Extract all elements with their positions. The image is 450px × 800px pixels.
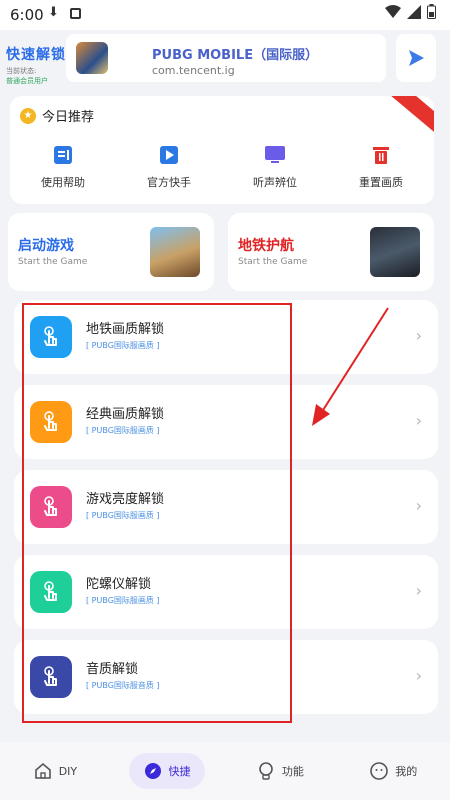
trash-icon bbox=[370, 144, 392, 166]
video-icon bbox=[158, 144, 180, 166]
recommend-card: ★ 今日推荐 使用帮助 官方快手 听声辨位 重置画质 bbox=[10, 96, 434, 204]
game-thumbnail bbox=[150, 227, 200, 277]
metro-escort-card[interactable]: 地铁护航 Start the Game bbox=[228, 213, 434, 291]
tap-hand-icon bbox=[30, 571, 72, 613]
unlock-row-tag: [ PUBG国际服画质 ] bbox=[86, 511, 160, 520]
start-game-card[interactable]: 启动游戏 Start the Game bbox=[8, 213, 214, 291]
chevron-right-icon: › bbox=[415, 581, 422, 600]
notification-icon bbox=[70, 8, 81, 19]
recommend-item-reset[interactable]: 重置画质 bbox=[328, 144, 434, 190]
unlock-row-title: 陀螺仪解锁 bbox=[86, 577, 152, 592]
nav-item-diy[interactable]: DIY bbox=[19, 753, 91, 789]
nav-label: DIY bbox=[58, 764, 78, 778]
nav-item-features[interactable]: 功能 bbox=[242, 753, 318, 789]
unlock-row-tag: [ PUBG国际服画质 ] bbox=[86, 596, 160, 605]
annotation-arrow bbox=[312, 307, 389, 426]
bulb-icon bbox=[256, 761, 276, 781]
unlock-row-tag: [ PUBG国际服画质 ] bbox=[86, 426, 160, 435]
status-bar: 6:00 ⬇ bbox=[0, 0, 450, 30]
tap-hand-icon bbox=[30, 401, 72, 443]
recommend-item-label: 重置画质 bbox=[359, 176, 403, 189]
member-status-label: 当前状态: bbox=[6, 67, 37, 75]
recommend-title: 今日推荐 bbox=[42, 110, 95, 125]
unlock-row-audio[interactable]: 音质解锁 [ PUBG国际服音质 ] › bbox=[14, 640, 438, 714]
download-icon: ⬇ bbox=[48, 5, 59, 20]
chevron-right-icon: › bbox=[415, 666, 422, 685]
game-card-subtitle: Start the Game bbox=[18, 257, 88, 267]
selected-app-card[interactable]: PUBG MOBILE（国际服） com.tencent.ig bbox=[66, 34, 386, 82]
nav-label: 我的 bbox=[395, 765, 418, 778]
help-icon bbox=[52, 144, 74, 166]
unlock-row-gyro[interactable]: 陀螺仪解锁 [ PUBG国际服画质 ] › bbox=[14, 555, 438, 629]
launch-button[interactable] bbox=[396, 34, 436, 82]
game-thumbnail bbox=[370, 227, 420, 277]
tap-hand-icon bbox=[30, 656, 72, 698]
recommend-item-label: 使用帮助 bbox=[41, 176, 85, 189]
chevron-right-icon: › bbox=[415, 496, 422, 515]
chevron-right-icon: › bbox=[415, 326, 422, 345]
recommend-item-sound[interactable]: 听声辨位 bbox=[222, 144, 328, 190]
nav-label: 功能 bbox=[281, 765, 304, 778]
face-icon bbox=[369, 761, 389, 781]
nav-item-quick[interactable]: 快捷 bbox=[128, 753, 205, 789]
app-name: PUBG MOBILE（国际服） bbox=[152, 48, 319, 63]
corner-ribbon bbox=[389, 96, 434, 134]
tap-hand-icon bbox=[30, 316, 72, 358]
chevron-right-icon: › bbox=[415, 411, 422, 430]
play-icon bbox=[409, 50, 424, 66]
unlock-row-title: 音质解锁 bbox=[86, 662, 139, 677]
brand-title: 快速解锁 bbox=[6, 47, 66, 63]
monitor-icon bbox=[264, 144, 286, 166]
wifi-icon bbox=[385, 4, 401, 18]
game-card-title: 启动游戏 bbox=[18, 238, 74, 254]
bottom-nav: DIY 快捷 功能 我的 bbox=[0, 742, 450, 800]
unlock-row-tag: [ PUBG国际服音质 ] bbox=[86, 681, 160, 690]
top-bar: 快速解锁 当前状态: 普通会员用户 PUBG MOBILE（国际服） com.t… bbox=[0, 30, 450, 90]
brand: 快速解锁 当前状态: 普通会员用户 bbox=[6, 44, 66, 86]
game-card-subtitle: Start the Game bbox=[238, 257, 308, 267]
star-icon: ★ bbox=[20, 107, 36, 124]
tap-hand-icon bbox=[30, 486, 72, 528]
unlock-row-title: 经典画质解锁 bbox=[86, 407, 165, 422]
nav-item-me[interactable]: 我的 bbox=[355, 753, 431, 789]
compass-icon bbox=[143, 761, 163, 781]
game-card-title: 地铁护航 bbox=[238, 238, 294, 254]
recommend-item-kuaishou[interactable]: 官方快手 bbox=[116, 144, 222, 190]
battery-icon bbox=[427, 4, 436, 19]
unlock-row-title: 地铁画质解锁 bbox=[86, 322, 165, 337]
status-time: 6:00 bbox=[10, 6, 44, 24]
unlock-row-tag: [ PUBG国际服画质 ] bbox=[86, 341, 160, 350]
signal-icon bbox=[407, 4, 421, 19]
app-package: com.tencent.ig bbox=[152, 64, 235, 77]
app-thumbnail bbox=[76, 42, 108, 74]
nav-label: 快捷 bbox=[168, 765, 191, 778]
recommend-item-label: 官方快手 bbox=[147, 176, 191, 189]
status-indicators bbox=[385, 4, 436, 19]
member-status-value: 普通会员用户 bbox=[6, 77, 48, 85]
recommend-item-help[interactable]: 使用帮助 bbox=[10, 144, 116, 190]
recommend-item-label: 听声辨位 bbox=[253, 176, 297, 189]
home-icon bbox=[33, 761, 53, 781]
unlock-row-title: 游戏亮度解锁 bbox=[86, 492, 165, 507]
unlock-row-brightness[interactable]: 游戏亮度解锁 [ PUBG国际服画质 ] › bbox=[14, 470, 438, 544]
